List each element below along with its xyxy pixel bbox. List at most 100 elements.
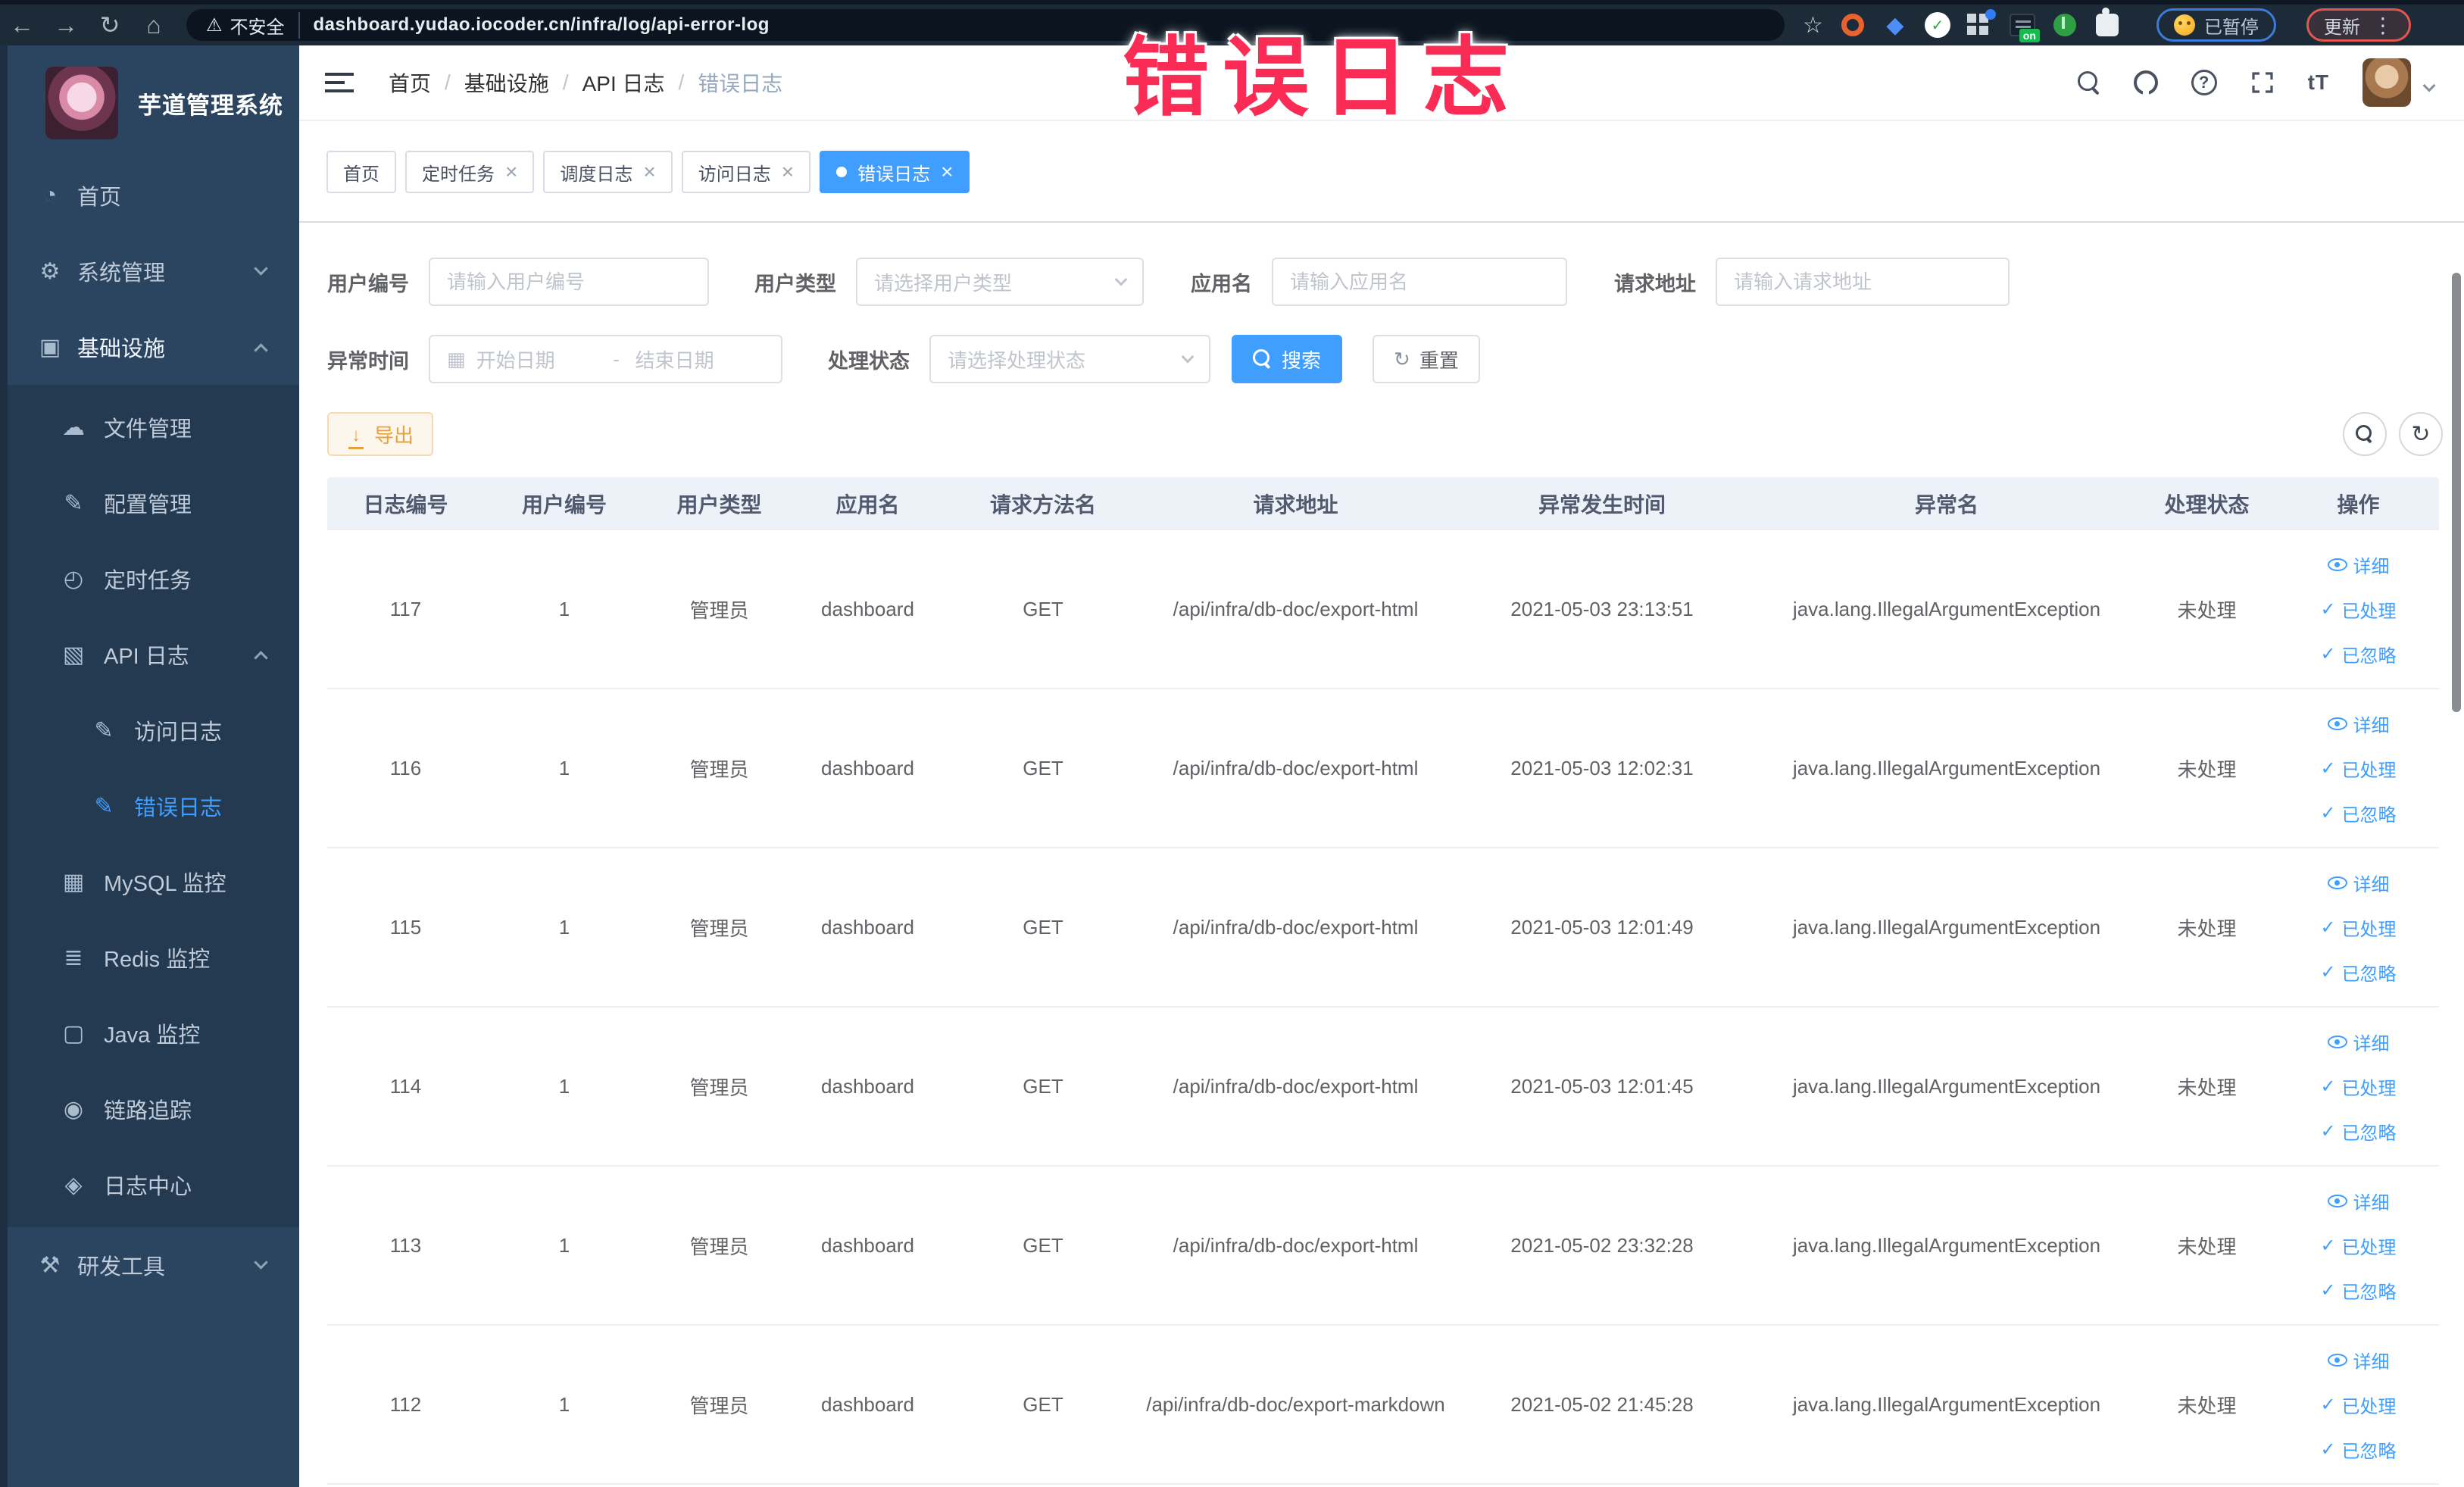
sidebar-item-api-log[interactable]: API 日志 — [0, 617, 299, 692]
browser-home-icon[interactable] — [132, 11, 176, 39]
extension-grid-icon[interactable] — [1966, 9, 1996, 38]
app-logo-row[interactable]: 芋道管理系统 — [0, 45, 299, 158]
sidebar-item-label: 研发工具 — [77, 1255, 166, 1279]
sidebar-item-dev-tools[interactable]: 研发工具 — [0, 1227, 299, 1303]
font-size-icon[interactable] — [2308, 70, 2329, 95]
close-icon[interactable] — [643, 161, 655, 183]
cell-method: GET — [1023, 756, 1063, 779]
process-status-select[interactable]: 请选择处理状态 — [929, 335, 1210, 383]
request-url-input[interactable] — [1734, 270, 1991, 294]
mark-processed-link[interactable]: 已处理 — [2320, 1232, 2397, 1259]
tab-label: 定时任务 — [422, 164, 495, 185]
detail-link[interactable]: 详细 — [2327, 711, 2390, 737]
close-icon[interactable] — [941, 161, 953, 183]
reset-button[interactable]: 重置 — [1373, 335, 1480, 383]
tab-dispatch-log[interactable]: 调度日志 — [543, 151, 673, 193]
close-icon[interactable] — [505, 161, 517, 183]
tab-error-log[interactable]: 错误日志 — [820, 151, 970, 193]
paused-pill-button[interactable]: 已暂停 — [2156, 8, 2276, 42]
sidebar-item-file-management[interactable]: 文件管理 — [0, 389, 299, 465]
extension-orange-icon[interactable] — [1840, 12, 1866, 38]
sidebar-item-infrastructure[interactable]: 基础设施 — [0, 309, 299, 385]
sidebar-item-home[interactable]: 首页 — [0, 158, 299, 233]
cell-request-url: /api/infra/db-doc/export-html — [1173, 1233, 1419, 1257]
sidebar-collapse-icon[interactable] — [325, 67, 355, 98]
breadcrumb-home[interactable]: 首页 — [389, 67, 431, 98]
breadcrumb-api-log[interactable]: API 日志 — [582, 67, 665, 98]
sidebar-item-access-log[interactable]: 访问日志 — [0, 692, 299, 768]
extension-sprout-icon[interactable] — [2052, 12, 2078, 38]
extension-on-switch-icon[interactable]: on — [2009, 14, 2040, 42]
user-avatar[interactable] — [2363, 58, 2411, 107]
fullscreen-icon[interactable] — [2250, 70, 2275, 95]
detail-link[interactable]: 详细 — [2327, 551, 2390, 578]
mark-ignored-link[interactable]: 已忽略 — [2320, 641, 2397, 667]
cell-user-id: 1 — [558, 1233, 570, 1257]
sidebar-item-error-log[interactable]: 错误日志 — [0, 768, 299, 844]
sidebar-item-log-center[interactable]: 日志中心 — [0, 1147, 299, 1223]
mark-processed-link[interactable]: 已处理 — [2320, 1392, 2397, 1418]
bookmark-star-icon[interactable] — [1803, 12, 1823, 39]
cell-exception-time: 2021-05-02 23:32:28 — [1510, 1233, 1694, 1257]
browser-menu-kebab-icon[interactable] — [2372, 13, 2394, 38]
mark-ignored-link[interactable]: 已忽略 — [2320, 800, 2397, 826]
mark-processed-link[interactable]: 已处理 — [2320, 755, 2397, 782]
cell-request-url: /api/infra/db-doc/export-html — [1173, 756, 1419, 779]
mark-processed-link[interactable]: 已处理 — [2320, 1073, 2397, 1100]
help-icon[interactable] — [2191, 70, 2217, 95]
tools-icon — [35, 1252, 65, 1279]
detail-link[interactable]: 详细 — [2327, 1188, 2390, 1214]
refresh-table-button[interactable] — [2399, 412, 2443, 456]
detail-link[interactable]: 详细 — [2327, 1029, 2390, 1055]
close-icon[interactable] — [782, 161, 794, 183]
sidebar-item-config-management[interactable]: 配置管理 — [0, 465, 299, 541]
toggle-search-button[interactable] — [2343, 412, 2387, 456]
browser-forward-icon[interactable] — [44, 11, 88, 39]
extension-green-check-icon[interactable]: ✓ — [1924, 12, 1950, 38]
detail-link[interactable]: 详细 — [2327, 870, 2390, 896]
mark-processed-link[interactable]: 已处理 — [2320, 596, 2397, 623]
sidebar-item-mysql-monitor[interactable]: MySQL 监控 — [0, 844, 299, 920]
extension-shield-icon[interactable]: ◆ — [1882, 12, 1908, 38]
date-end-placeholder: 结束日期 — [635, 348, 714, 372]
export-button[interactable]: 导出 — [327, 412, 434, 456]
sidebar-item-scheduled-tasks[interactable]: 定时任务 — [0, 541, 299, 617]
search-button[interactable]: 搜索 — [1232, 335, 1343, 383]
mark-ignored-link[interactable]: 已忽略 — [2320, 959, 2397, 986]
sidebar-item-trace[interactable]: 链路追踪 — [0, 1071, 299, 1147]
sidebar-item-redis-monitor[interactable]: Redis 监控 — [0, 920, 299, 995]
user-id-input[interactable] — [447, 270, 691, 294]
sidebar-item-system-management[interactable]: 系统管理 — [0, 233, 299, 309]
scrollbar-thumb[interactable] — [2452, 273, 2461, 712]
eye-icon — [2327, 717, 2347, 730]
address-bar[interactable]: 不安全 dashboard.yudao.iocoder.cn/infra/log… — [186, 9, 1785, 41]
detail-link[interactable]: 详细 — [2327, 1347, 2390, 1373]
browser-reload-icon[interactable] — [88, 11, 132, 39]
browser-back-icon[interactable] — [0, 11, 44, 39]
update-browser-button[interactable]: 更新 — [2306, 8, 2411, 42]
filter-row-2: 异常时间 开始日期 - 结束日期 处理状态 请选择处理状态 搜索 — [327, 335, 2443, 383]
mark-ignored-link[interactable]: 已忽略 — [2320, 1118, 2397, 1145]
extensions-puzzle-icon[interactable] — [2094, 12, 2120, 38]
redis-icon — [58, 945, 89, 971]
user-type-select[interactable]: 请选择用户类型 — [856, 258, 1144, 306]
header-actions — [2077, 58, 2436, 107]
mark-processed-link[interactable]: 已处理 — [2320, 914, 2397, 941]
col-exception-name: 异常名 — [1914, 493, 1978, 517]
sidebar-item-java-monitor[interactable]: Java 监控 — [0, 995, 299, 1071]
tab-scheduled-tasks[interactable]: 定时任务 — [405, 151, 535, 193]
breadcrumb-infrastructure[interactable]: 基础设施 — [464, 67, 549, 98]
avatar-caret-down-icon[interactable] — [2422, 79, 2436, 92]
sidebar-item-label: 系统管理 — [77, 261, 166, 286]
search-icon[interactable] — [2077, 71, 2100, 94]
app-name-input[interactable] — [1290, 270, 1549, 294]
mark-ignored-link[interactable]: 已忽略 — [2320, 1277, 2397, 1304]
tab-home[interactable]: 首页 — [326, 151, 396, 193]
date-range-picker[interactable]: 开始日期 - 结束日期 — [429, 335, 782, 383]
app-title: 芋道管理系统 — [138, 92, 283, 119]
tab-access-log[interactable]: 访问日志 — [681, 151, 811, 193]
ignored-label: 已忽略 — [2341, 1123, 2397, 1144]
processed-label: 已处理 — [2341, 1396, 2397, 1417]
mark-ignored-link[interactable]: 已忽略 — [2320, 1436, 2397, 1463]
github-icon[interactable] — [2133, 70, 2158, 95]
